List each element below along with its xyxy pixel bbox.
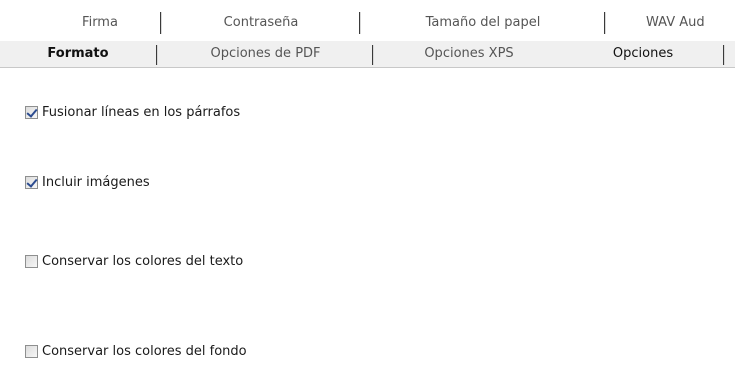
tab-label: Formato (47, 46, 109, 61)
tab-opciones[interactable]: Opciones (563, 41, 723, 67)
option-label: Conservar los colores del fondo (42, 343, 247, 359)
tab-firma[interactable]: Firma (40, 12, 160, 34)
tab-separator (359, 12, 361, 34)
tab-label: Opciones (612, 46, 674, 61)
option-incluir-imagenes[interactable]: Incluir imágenes (25, 172, 150, 192)
tab-label: Tamaño del papel (425, 15, 541, 30)
tab-label: WAV Aud (646, 15, 705, 30)
tab-contrasena[interactable]: Contraseña (163, 12, 359, 34)
tab-row-front: Formato Opciones de PDF Opciones XPS Opc… (0, 41, 735, 68)
tab-separator (372, 45, 374, 65)
checkbox-unchecked[interactable] (25, 254, 38, 268)
checkbox-unchecked[interactable] (25, 344, 38, 358)
tab-separator (160, 12, 162, 34)
tab-label: Opciones de PDF (210, 46, 321, 61)
tab-tamano-papel[interactable]: Tamaño del papel (362, 12, 604, 34)
tab-label: Opciones XPS (424, 46, 514, 61)
tab-formato[interactable]: Formato (0, 41, 156, 67)
option-label: Fusionar líneas en los párrafos (42, 104, 241, 120)
checkbox-checked[interactable] (25, 105, 38, 119)
option-fusionar-lineas[interactable]: Fusionar líneas en los párrafos (25, 102, 240, 122)
tab-wav-audio[interactable]: WAV Aud (628, 12, 735, 34)
tab-row-back: Firma Contraseña Tamaño del papel WAV Au… (0, 12, 735, 34)
tab-separator (604, 12, 606, 34)
options-panel: Fusionar líneas en los párrafos Incluir … (0, 70, 735, 370)
option-conservar-colores-fondo[interactable]: Conservar los colores del fondo (25, 341, 247, 361)
tab-opciones-pdf[interactable]: Opciones de PDF (159, 41, 372, 67)
option-label: Conservar los colores del texto (42, 253, 244, 269)
tab-label: Firma (82, 15, 118, 30)
option-label: Incluir imágenes (42, 174, 150, 190)
tab-strip: Firma Contraseña Tamaño del papel WAV Au… (0, 0, 735, 70)
tab-separator (156, 45, 158, 65)
checkbox-checked[interactable] (25, 175, 38, 189)
tab-opciones-xps[interactable]: Opciones XPS (375, 41, 563, 67)
option-conservar-colores-texto[interactable]: Conservar los colores del texto (25, 251, 243, 271)
tab-label: Contraseña (223, 15, 299, 30)
tab-separator (723, 45, 725, 65)
